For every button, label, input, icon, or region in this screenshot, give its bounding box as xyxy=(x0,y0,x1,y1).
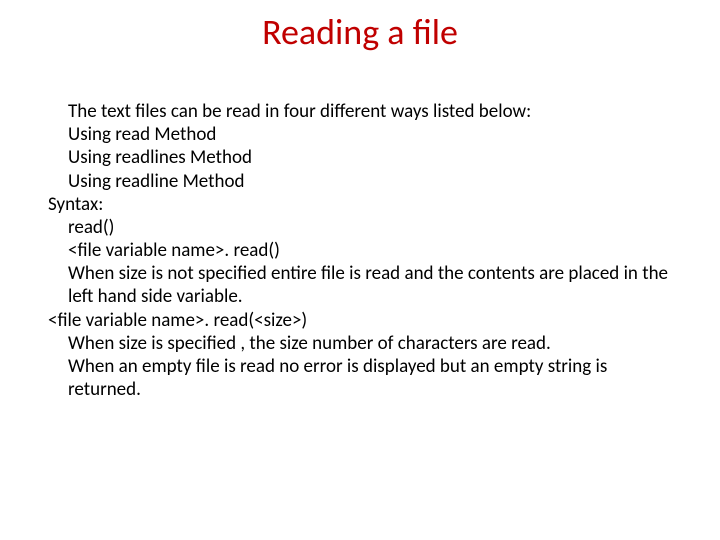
body-line: When an empty file is read no error is d… xyxy=(38,355,682,401)
slide-title: Reading a file xyxy=(0,10,720,54)
body-line: Using read Method xyxy=(38,123,682,146)
body-line: Syntax: xyxy=(38,193,682,216)
slide-body: The text files can be read in four diffe… xyxy=(38,100,682,401)
body-line: Using readline Method xyxy=(38,170,682,193)
slide: Reading a file The text files can be rea… xyxy=(0,0,720,540)
body-line: Using readlines Method xyxy=(38,146,682,169)
body-line: When size is not specified entire file i… xyxy=(38,262,682,308)
body-line: When size is specified , the size number… xyxy=(38,332,682,355)
body-line: The text files can be read in four diffe… xyxy=(38,100,682,123)
body-line: <file variable name>. read(<size>) xyxy=(38,309,682,332)
body-line: <file variable name>. read() xyxy=(38,239,682,262)
body-line: read() xyxy=(38,216,682,239)
